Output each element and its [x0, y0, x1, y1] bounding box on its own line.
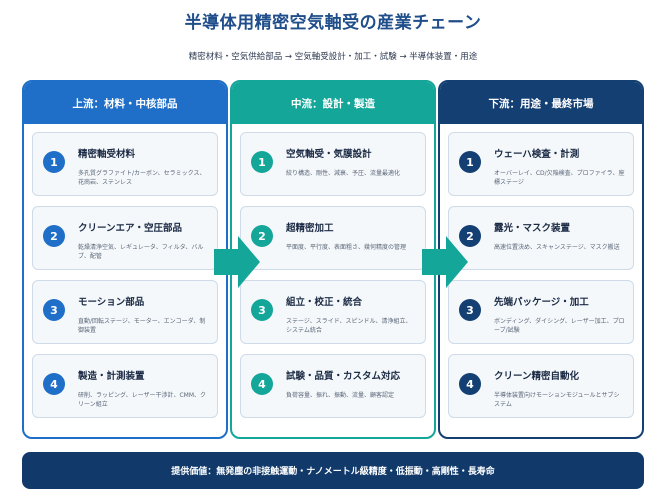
card-title: クリーンエア・空圧部品 [78, 223, 183, 234]
card-description: 研削、ラッピング、レーザー干渉計、CMM、クリーン組立 [78, 392, 207, 408]
card-title: 露光・マスク装置 [494, 223, 571, 234]
card-upstream-2: 2 クリーンエア・空圧部品 乾燥清浄空気、レギュレータ、フィルタ、バルブ、配管 [32, 206, 218, 270]
step-number-badge: 2 [43, 225, 65, 247]
card-midstream-4: 4 試験・品質・カスタム対応 負荷容量、振れ、振動、流量、顧客認定 [240, 354, 426, 418]
step-number-badge: 3 [459, 299, 481, 321]
card-title: 組立・校正・統合 [286, 297, 363, 308]
column-header-midstream: 中流：設計・製造 [232, 82, 434, 124]
card-description: 平面度、平行度、表面粗さ、幾何精度の管理 [286, 244, 407, 251]
step-number-badge: 1 [43, 151, 65, 173]
card-description: ボンディング、ダイシング、レーザー加工、プローブ/試験 [494, 318, 625, 334]
card-description: 絞り構造、剛性、減衰、予圧、流量最適化 [286, 170, 401, 177]
card-midstream-3: 3 組立・校正・統合 ステージ、スライド、スピンドル、清浄組立、システム統合 [240, 280, 426, 344]
card-title: 超精密加工 [286, 223, 334, 234]
card-description: 多孔質グラファイト/カーボン、セラミックス、花崗岩、ステンレス [78, 170, 206, 186]
card-description: 乾燥清浄空気、レギュレータ、フィルタ、バルブ、配管 [78, 244, 204, 260]
step-number-badge: 4 [251, 373, 273, 395]
card-title: ウェーハ検査・計測 [494, 149, 580, 160]
card-title: 空気軸受・気膜設計 [286, 149, 372, 160]
card-upstream-4: 4 製造・計測装置 研削、ラッピング、レーザー干渉計、CMM、クリーン組立 [32, 354, 218, 418]
column-header-downstream: 下流：用途・最終市場 [440, 82, 642, 124]
page-subtitle: 精密材料・空気供給部品 → 空気軸受設計・加工・試験 → 半導体装置・用途 [188, 52, 478, 62]
step-number-badge: 3 [43, 299, 65, 321]
card-upstream-3: 3 モーション部品 直動/回転ステージ、モーター、エンコーダ、制御装置 [32, 280, 218, 344]
page-title: 半導体用精密空気軸受の産業チェーン [184, 13, 482, 33]
card-title: モーション部品 [78, 297, 145, 308]
card-description: 負荷容量、振れ、振動、流量、顧客認定 [286, 392, 395, 399]
column-downstream: 下流：用途・最終市場 1 ウェーハ検査・計測 オーバーレイ、CD/欠陥検査、プロ… [438, 80, 644, 439]
step-number-badge: 1 [251, 151, 273, 173]
card-title: 試験・品質・カスタム対応 [286, 371, 401, 382]
card-description: 直動/回転ステージ、モーター、エンコーダ、制御装置 [78, 318, 206, 334]
card-title: 製造・計測装置 [78, 371, 145, 382]
step-number-badge: 4 [43, 373, 65, 395]
card-downstream-2: 2 露光・マスク装置 高速位置決め、スキャンステージ、マスク搬送 [448, 206, 634, 270]
card-description: 半導体装置向けモーションモジュールとサブシステム [494, 392, 620, 408]
card-description: 高速位置決め、スキャンステージ、マスク搬送 [494, 244, 620, 251]
flow-arrow-icon [422, 236, 468, 288]
value-proposition-banner: 提供価値：無発塵の非接触運動・ナノメートル級精度・低振動・高剛性・長寿命 [22, 452, 644, 489]
step-number-badge: 3 [251, 299, 273, 321]
card-title: 精密軸受材料 [78, 149, 136, 160]
card-upstream-1: 1 精密軸受材料 多孔質グラファイト/カーボン、セラミックス、花崗岩、ステンレス [32, 132, 218, 196]
card-title: クリーン精密自動化 [494, 371, 580, 382]
column-midstream: 中流：設計・製造 1 空気軸受・気膜設計 絞り構造、剛性、減衰、予圧、流量最適化… [230, 80, 436, 439]
step-number-badge: 1 [459, 151, 481, 173]
card-downstream-4: 4 クリーン精密自動化 半導体装置向けモーションモジュールとサブシステム [448, 354, 634, 418]
step-number-badge: 4 [459, 373, 481, 395]
column-header-upstream: 上流：材料・中核部品 [24, 82, 226, 124]
column-upstream: 上流：材料・中核部品 1 精密軸受材料 多孔質グラファイト/カーボン、セラミック… [22, 80, 228, 439]
card-downstream-3: 3 先端パッケージ・加工 ボンディング、ダイシング、レーザー加工、プローブ/試験 [448, 280, 634, 344]
card-downstream-1: 1 ウェーハ検査・計測 オーバーレイ、CD/欠陥検査、プロファイラ、座標ステージ [448, 132, 634, 196]
card-midstream-2: 2 超精密加工 平面度、平行度、表面粗さ、幾何精度の管理 [240, 206, 426, 270]
card-description: オーバーレイ、CD/欠陥検査、プロファイラ、座標ステージ [494, 170, 625, 186]
flow-arrow-icon [214, 236, 260, 288]
card-description: ステージ、スライド、スピンドル、清浄組立、システム統合 [286, 318, 412, 334]
card-midstream-1: 1 空気軸受・気膜設計 絞り構造、剛性、減衰、予圧、流量最適化 [240, 132, 426, 196]
card-title: 先端パッケージ・加工 [494, 297, 589, 308]
